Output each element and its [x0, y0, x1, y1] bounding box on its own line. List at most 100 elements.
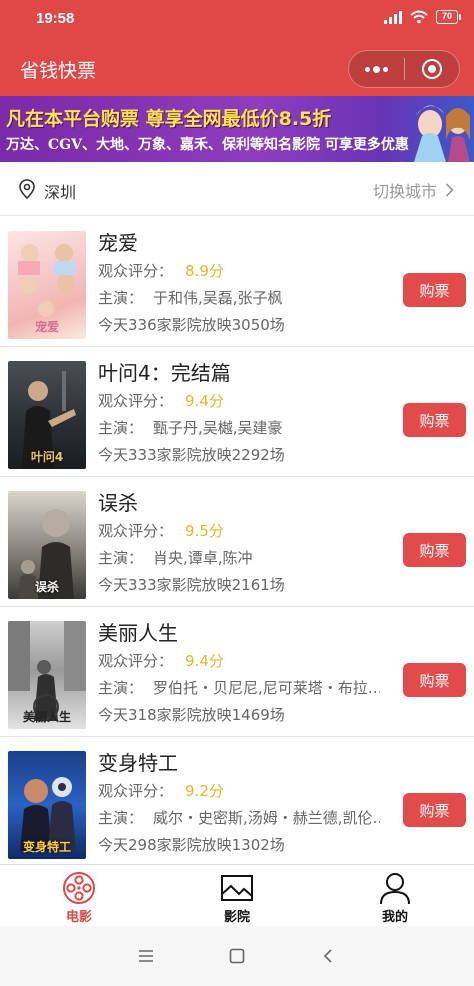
buy-ticket-button[interactable]: 购票	[403, 533, 466, 567]
location-pin-icon	[19, 179, 35, 199]
menu-nav-button[interactable]	[136, 946, 156, 966]
movie-rating: 观众评分： 9.4分	[98, 650, 224, 671]
switch-city-button[interactable]: 切换城市	[373, 178, 454, 202]
poster-title: 美丽人生	[22, 710, 71, 724]
movie-rating: 观众评分： 8.9分	[98, 260, 224, 281]
movie-showtimes: 今天333家影院放映2161场	[98, 576, 285, 594]
cast-label: 主演：	[98, 809, 144, 827]
cast-names: 甄子丹,吴樾,吴建豪	[153, 419, 283, 437]
poster-title: 误杀	[34, 580, 59, 594]
more-button[interactable]	[349, 51, 404, 87]
bottom-tab-bar: 电影 影院 我的	[0, 864, 474, 926]
cast-names: 威尔・史密斯,汤姆・赫兰德,凯伦…	[153, 809, 380, 827]
movie-list: 宠爱 宠爱 观众评分： 8.9分 主演： 于和伟,吴磊,张子枫 今天336家影院放映…	[0, 217, 474, 867]
buy-ticket-button[interactable]: 购票	[403, 793, 466, 827]
buy-ticket-button[interactable]: 购票	[403, 663, 466, 697]
banner-headline: 凡在本平台购票 尊享全网最低价8.5折	[6, 108, 332, 130]
buy-ticket-button[interactable]: 购票	[403, 403, 466, 437]
user-icon	[380, 873, 410, 905]
buy-ticket-button[interactable]: 购票	[403, 273, 466, 307]
movie-title: 美丽人生	[98, 621, 178, 645]
menu-icon	[138, 950, 153, 962]
movie-title: 误杀	[98, 491, 138, 515]
movie-cast: 主演： 甄子丹,吴樾,吴建豪	[98, 417, 380, 438]
cast-names: 罗伯托・贝尼尼,尼可莱塔・布拉…	[153, 679, 380, 697]
home-nav-button[interactable]	[227, 946, 247, 966]
poster-title: 变身特工	[22, 840, 71, 854]
film-reel-icon	[63, 872, 95, 904]
promo-banner[interactable]: 凡在本平台购票 尊享全网最低价8.5折 万达、CGV、大地、万象、嘉禾、保利等知…	[0, 96, 474, 162]
battery-indicator: 70	[435, 10, 462, 24]
switch-city-label: 切换城市	[372, 182, 437, 201]
movie-cast: 主演： 威尔・史密斯,汤姆・赫兰德,凯伦…	[98, 807, 380, 828]
movie-cast: 主演： 罗伯托・贝尼尼,尼可莱塔・布拉…	[98, 677, 380, 698]
movie-title: 叶问4：完结篇	[98, 361, 231, 385]
back-nav-button[interactable]	[318, 946, 338, 966]
system-navigation-bar	[0, 926, 474, 986]
movie-item[interactable]: 宠爱 宠爱 观众评分： 8.9分 主演： 于和伟,吴磊,张子枫 今天336家影院放映…	[0, 217, 474, 347]
cinema-screen-icon	[221, 875, 253, 901]
movie-item[interactable]: 叶问4 叶问4：完结篇 观众评分： 9.4分 主演： 甄子丹,吴樾,吴建豪 今天33…	[0, 347, 474, 477]
banner-subline: 万达、CGV、大地、万象、嘉禾、保利等知名影院 可享更多优惠	[6, 137, 409, 153]
rating-label: 观众评分：	[98, 392, 174, 410]
more-dots-icon	[364, 65, 388, 73]
rating-label: 观众评分：	[98, 782, 174, 800]
current-city: 深圳	[44, 183, 77, 202]
rating-label: 观众评分：	[98, 522, 174, 540]
rating-score: 9.5分	[185, 522, 224, 540]
tab-movies[interactable]: 电影	[0, 865, 158, 926]
cast-label: 主演：	[98, 419, 144, 437]
close-mini-program-button[interactable]	[405, 51, 460, 87]
rating-label: 观众评分：	[98, 262, 174, 280]
home-square-icon	[229, 948, 245, 964]
tab-profile[interactable]: 我的	[316, 865, 474, 926]
rating-score: 9.2分	[185, 782, 224, 800]
movie-poster[interactable]: 宠爱	[8, 231, 86, 339]
movie-rating: 观众评分： 9.5分	[98, 520, 224, 541]
cast-label: 主演：	[98, 679, 144, 697]
cast-names: 肖央,谭卓,陈冲	[153, 549, 253, 567]
status-time: 19:58	[36, 10, 75, 27]
rating-score: 8.9分	[185, 262, 224, 280]
movie-item[interactable]: 误杀 误杀 观众评分： 9.5分 主演： 肖央,谭卓,陈冲 今天333家影院放映21…	[0, 477, 474, 607]
movie-title: 宠爱	[98, 231, 138, 255]
cast-label: 主演：	[98, 289, 144, 307]
location-bar: 深圳 切换城市	[0, 162, 474, 216]
target-circle-icon	[421, 59, 442, 79]
tab-label: 电影	[65, 910, 92, 925]
movie-poster[interactable]: 美丽人生	[8, 621, 86, 729]
movie-showtimes: 今天298家影院放映1302场	[98, 836, 285, 854]
cast-label: 主演：	[98, 549, 144, 567]
wifi-icon	[410, 10, 428, 24]
chevron-right-icon	[445, 183, 454, 197]
status-icons: 70	[383, 10, 462, 24]
poster-title: 叶问4	[30, 450, 64, 464]
app-title: 省钱快票	[20, 60, 97, 82]
movie-item[interactable]: 美丽人生 美丽人生 观众评分： 9.4分 主演： 罗伯托・贝尼尼,尼可莱塔・布拉… …	[0, 607, 474, 737]
movie-item[interactable]: 变身特工 变身特工 观众评分： 9.2分 主演： 威尔・史密斯,汤姆・赫兰德,凯伦……	[0, 737, 474, 867]
movie-rating: 观众评分： 9.2分	[98, 780, 224, 801]
mini-program-capsule	[348, 50, 460, 88]
signal-icon	[383, 10, 402, 24]
movie-cast: 主演： 于和伟,吴磊,张子枫	[98, 287, 380, 308]
tab-label: 我的	[381, 910, 408, 925]
movie-showtimes: 今天318家影院放映1469场	[98, 706, 285, 724]
movie-cast: 主演： 肖央,谭卓,陈冲	[98, 547, 380, 568]
cast-names: 于和伟,吴磊,张子枫	[153, 289, 283, 307]
tab-cinemas[interactable]: 影院	[158, 865, 316, 926]
app-header: 19:58 70 省钱快票	[0, 0, 474, 96]
movie-showtimes: 今天336家影院放映3050场	[98, 316, 285, 334]
movie-poster[interactable]: 误杀	[8, 491, 86, 599]
movie-rating: 观众评分： 9.4分	[98, 390, 224, 411]
banner-character-image	[414, 105, 470, 162]
movie-showtimes: 今天333家影院放映2292场	[98, 446, 285, 464]
tab-label: 影院	[223, 910, 250, 925]
rating-score: 9.4分	[185, 392, 224, 410]
rating-score: 9.4分	[185, 652, 224, 670]
movie-poster[interactable]: 变身特工	[8, 751, 86, 859]
poster-title: 宠爱	[34, 320, 59, 334]
movie-poster[interactable]: 叶问4	[8, 361, 86, 469]
back-chevron-icon	[324, 949, 332, 963]
rating-label: 观众评分：	[98, 652, 174, 670]
movie-title: 变身特工	[98, 751, 178, 775]
